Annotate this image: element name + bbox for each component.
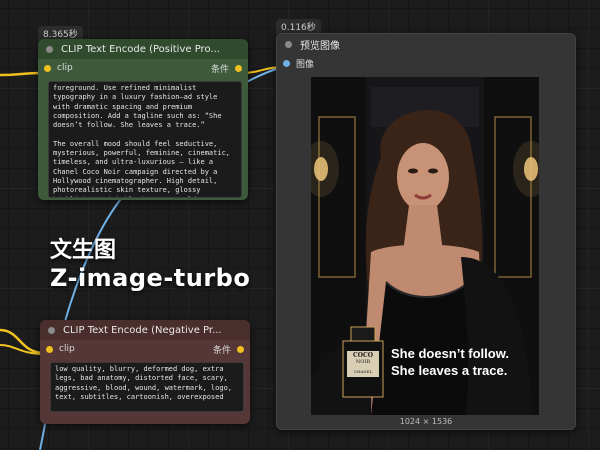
conditioning-output-port[interactable]: 条件	[213, 343, 244, 356]
overlay-title: 文生图	[50, 238, 117, 263]
image-size-label: 1024 × 1536	[399, 417, 453, 426]
node-title-bar[interactable]: CLIP Text Encode (Negative Pr...	[40, 320, 250, 340]
input-dot-icon[interactable]	[46, 345, 53, 353]
tagline-line2: She leaves a trace.	[391, 363, 508, 378]
conditioning-output-label: 条件	[210, 64, 229, 75]
clip-input-label: clip	[59, 344, 75, 354]
input-dot-icon[interactable]	[283, 59, 290, 67]
clip-input-port[interactable]: clip	[46, 344, 75, 354]
overlay-subtitle: Z-image-turbo	[50, 264, 251, 292]
collapse-dot-icon[interactable]	[48, 326, 55, 334]
clip-input-label: clip	[57, 63, 73, 73]
node-title-bar[interactable]: 预览图像	[277, 34, 575, 54]
node-title: CLIP Text Encode (Positive Pro...	[61, 43, 220, 55]
output-dot-icon[interactable]	[237, 345, 244, 353]
node-title-bar[interactable]: CLIP Text Encode (Positive Pro...	[38, 39, 248, 59]
clip-input-port[interactable]: clip	[44, 63, 73, 73]
collapse-dot-icon[interactable]	[285, 40, 292, 48]
node-title: CLIP Text Encode (Negative Pr...	[63, 324, 222, 336]
conditioning-output-port[interactable]: 条件	[211, 62, 242, 75]
image-input-label: 图像	[296, 59, 315, 70]
image-tagline: She doesn’t follow. She leaves a trace.	[391, 345, 509, 379]
bottle-label-line2: NOIR	[355, 359, 371, 365]
input-dot-icon[interactable]	[44, 64, 51, 72]
clip-text-encode-negative-node[interactable]: CLIP Text Encode (Negative Pr... clip 条件…	[40, 320, 250, 424]
negative-prompt-textarea[interactable]: low quality, blurry, deformed dog, extra…	[50, 362, 244, 412]
clip-text-encode-positive-node[interactable]: CLIP Text Encode (Positive Pro... clip 条…	[38, 39, 248, 200]
preview-timing-badge: 0.116秒	[276, 19, 321, 34]
preview-image-node[interactable]: 预览图像 图像 COCO NOIR CHANEL She doesn’t fol…	[276, 33, 576, 430]
node-title: 预览图像	[300, 40, 340, 52]
conditioning-output-label: 条件	[212, 345, 231, 356]
image-input-port[interactable]: 图像	[283, 57, 314, 70]
output-dot-icon[interactable]	[235, 64, 242, 72]
positive-prompt-textarea[interactable]: foreground. Use refined minimalist typog…	[48, 81, 242, 198]
preview-image[interactable]: COCO NOIR CHANEL She doesn’t follow. She…	[311, 77, 539, 415]
tagline-line1: She doesn’t follow.	[391, 346, 509, 361]
bottle-label-line3: CHANEL	[353, 369, 373, 374]
collapse-dot-icon[interactable]	[46, 45, 53, 53]
bottle-label: COCO NOIR CHANEL	[347, 353, 379, 375]
